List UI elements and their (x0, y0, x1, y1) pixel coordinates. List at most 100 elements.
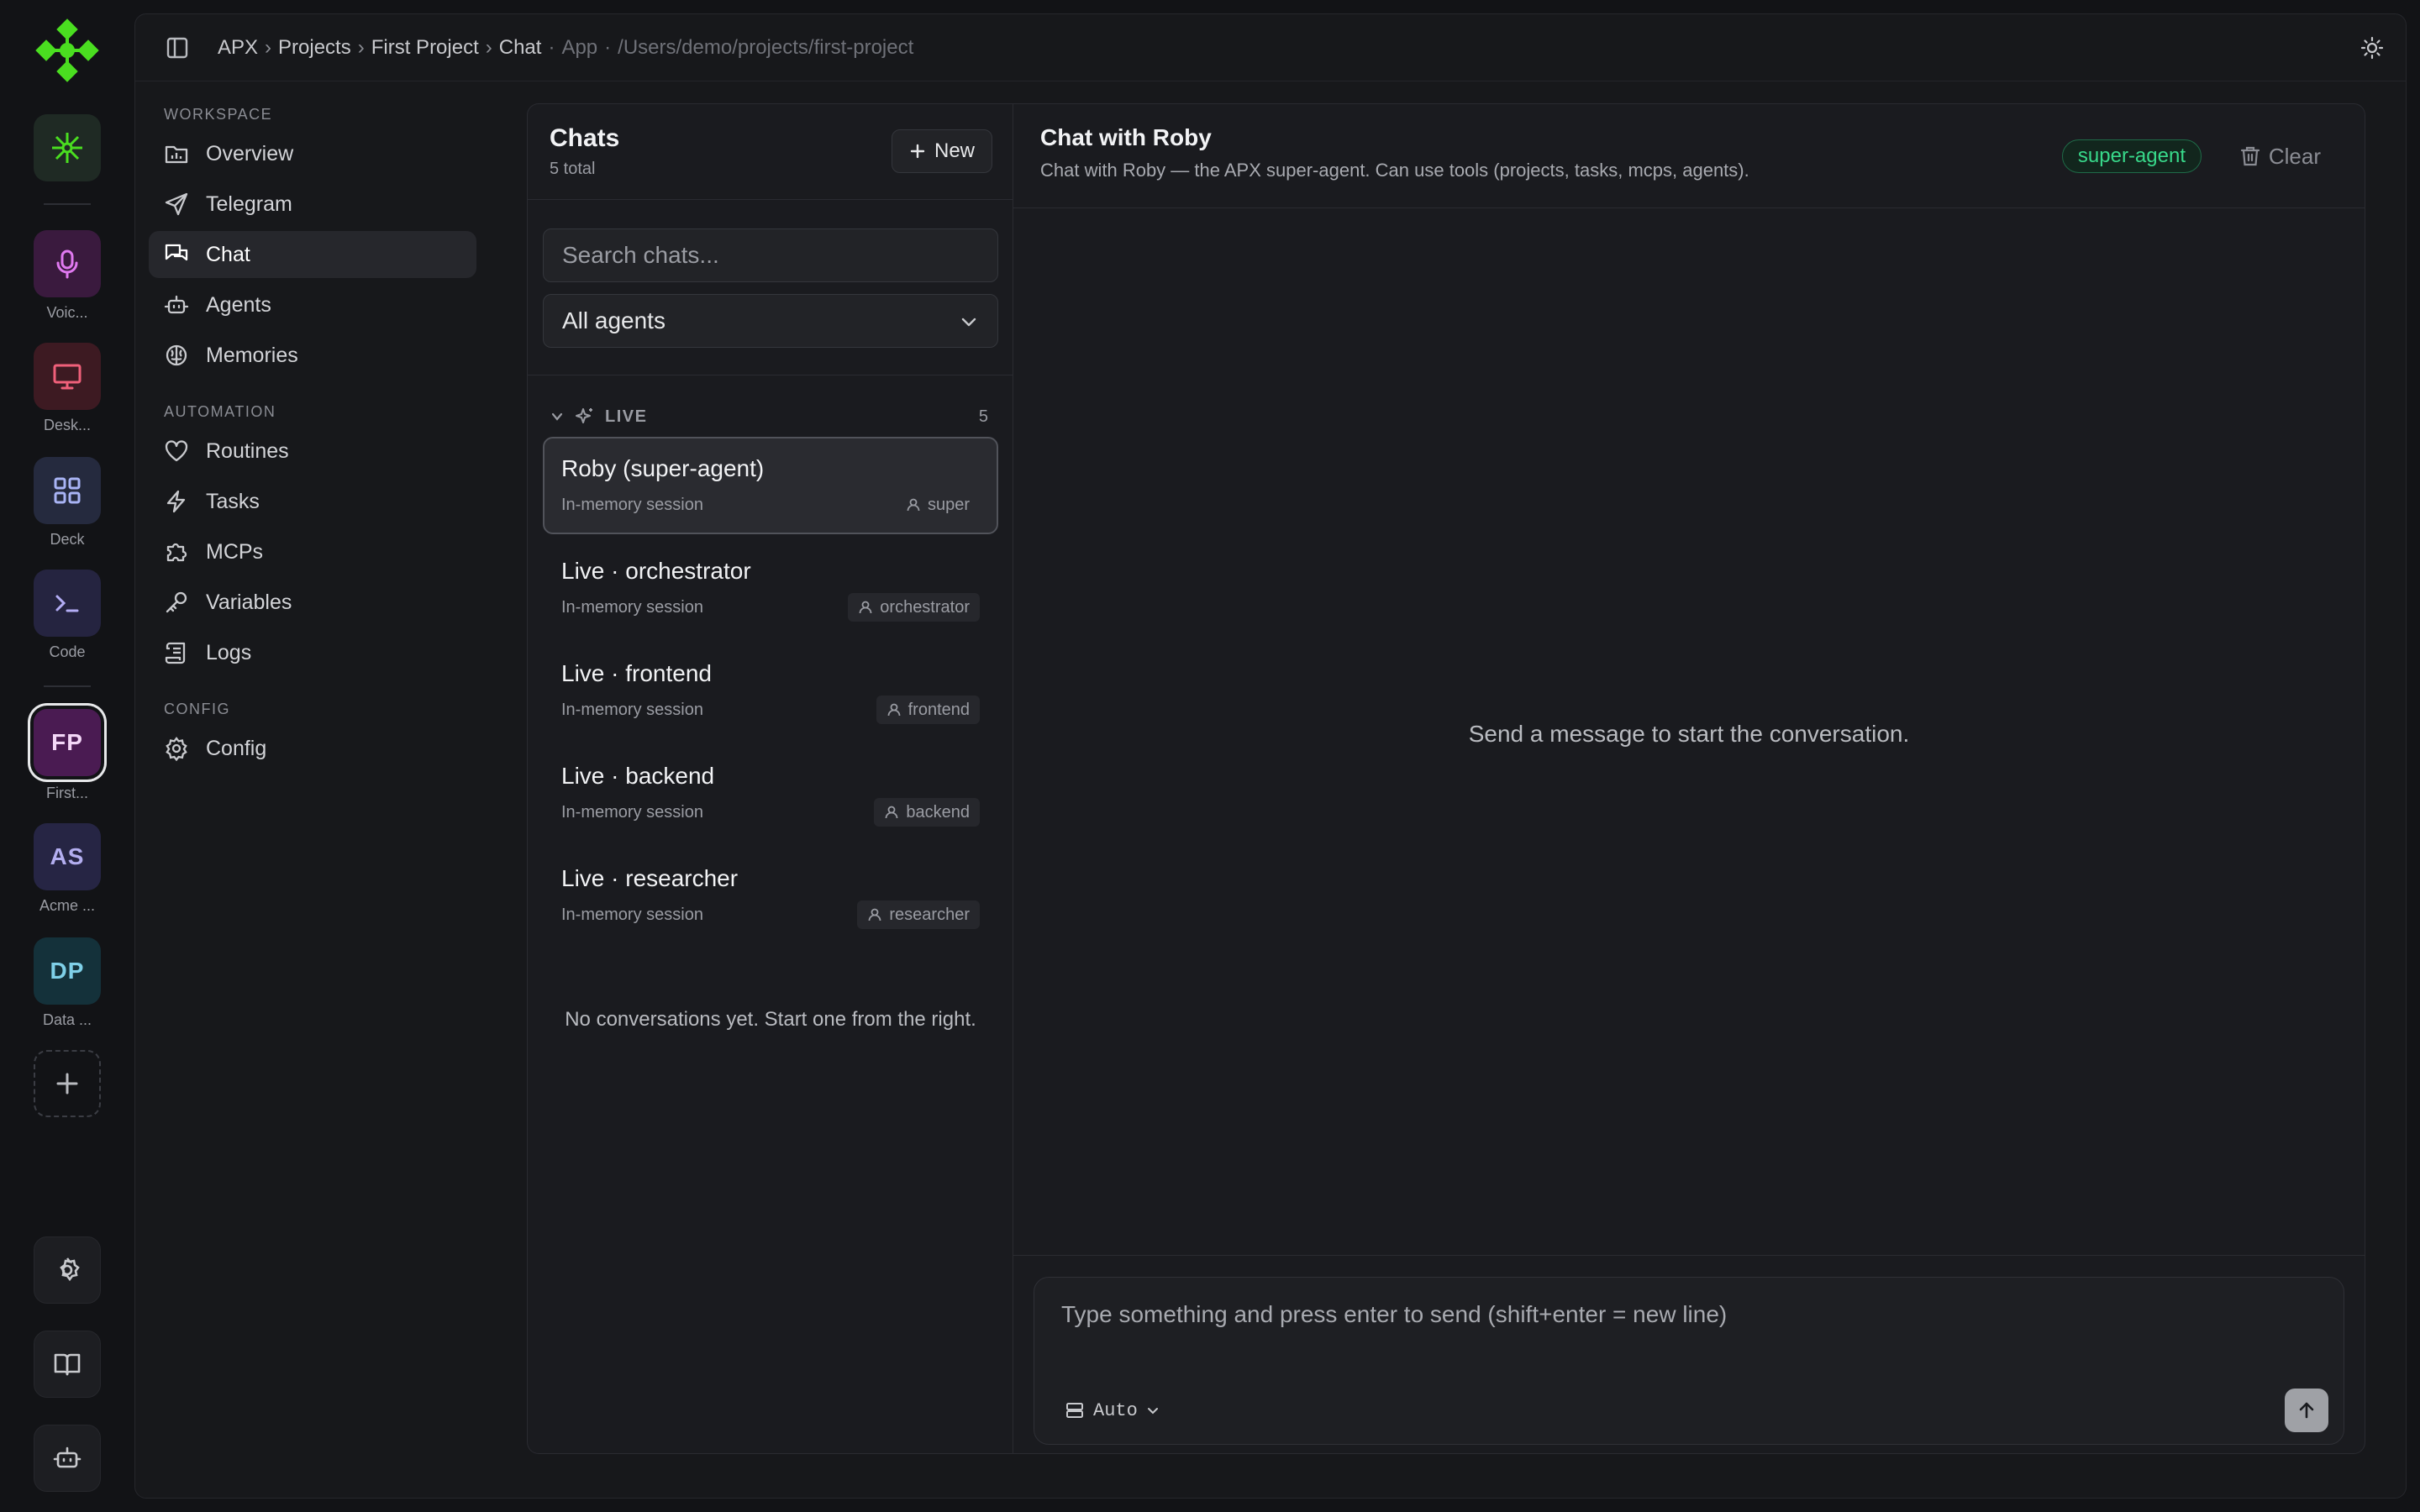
chat-item-agent-badge: backend (874, 798, 980, 827)
app-rail: Voic... Desk... Deck Code FP First... AS… (0, 0, 134, 1512)
chat-item-subtitle: In-memory session (561, 701, 703, 719)
conversation-subtitle: Chat with Roby — the APX super-agent. Ca… (1040, 160, 1749, 181)
user-icon (907, 498, 920, 512)
model-select[interactable]: Auto (1065, 1395, 1160, 1425)
nav-item-tasks[interactable]: Tasks (149, 478, 476, 525)
chat-group-live[interactable]: LIVE 5 (550, 393, 995, 440)
chat-item-title: Live · researcher (561, 865, 739, 891)
nav-item-agents[interactable]: Agents (149, 281, 476, 328)
rail-app-voice[interactable] (34, 230, 101, 297)
agent-type-badge: super-agent (2061, 139, 2202, 173)
user-icon (887, 703, 901, 717)
nav-item-telegram[interactable]: Telegram (149, 181, 476, 228)
chat-group-label: LIVE (605, 407, 648, 426)
chevron-down-icon (961, 318, 976, 327)
sidebar-toggle-button[interactable] (166, 36, 189, 60)
rail-app-label: Code (49, 643, 86, 660)
chat-item-agent-badge: orchestrator (848, 593, 980, 622)
agent-filter-select[interactable]: All agents (543, 294, 998, 348)
chat-item-agent-badge: frontend (876, 696, 980, 724)
message-composer: Auto (1034, 1277, 2344, 1445)
arrow-up-icon (2299, 1402, 2314, 1419)
rail-project-data[interactable]: DP (34, 937, 101, 1005)
server-icon (1066, 1403, 1083, 1418)
chat-list-panel: Chats 5 total New All agents LIVE 5 Roby… (527, 103, 1013, 1454)
breadcrumb-dot: · (604, 36, 612, 59)
chat-search-input[interactable] (543, 228, 998, 282)
chat-item-title: Live · frontend (561, 660, 712, 686)
clear-conversation-button[interactable]: Clear (2240, 139, 2321, 173)
rail-app-code[interactable] (34, 570, 101, 637)
nav-item-routines[interactable]: Routines (149, 428, 476, 475)
chat-item[interactable]: Live · frontend In-memory session fronte… (543, 642, 998, 739)
breadcrumb: APX › Projects › First Project › Chat · … (218, 14, 913, 81)
chat-item-subtitle: In-memory session (561, 803, 703, 822)
nav-item-label: Logs (206, 640, 252, 664)
rail-app-deck[interactable] (34, 457, 101, 524)
rail-divider (44, 685, 91, 687)
bot-button[interactable] (34, 1425, 101, 1492)
settings-button[interactable] (34, 1236, 101, 1304)
nav-item-label: MCPs (206, 539, 264, 564)
rail-app-label: Desk... (43, 417, 91, 433)
agent-filter-value: All agents (562, 307, 666, 333)
nav-item-label: Routines (206, 438, 289, 463)
top-bar: APX › Projects › First Project › Chat · … (135, 14, 2406, 81)
new-chat-button[interactable]: New (891, 129, 992, 173)
rail-app-desktop[interactable] (34, 343, 101, 410)
nav-item-overview[interactable]: Overview (149, 130, 476, 177)
nav-item-mcps[interactable]: MCPs (149, 528, 476, 575)
chat-item-agent: super (927, 495, 970, 514)
scroll-log-icon (165, 642, 186, 664)
nav-item-label: Telegram (206, 192, 292, 216)
breadcrumb-item-projects[interactable]: Projects (278, 36, 351, 60)
puzzle-icon (166, 543, 187, 562)
monitor-icon (53, 364, 82, 390)
chat-item-subtitle: In-memory session (561, 496, 703, 514)
apx-logo-icon[interactable] (35, 18, 99, 82)
docs-button[interactable] (34, 1331, 101, 1398)
rail-network-button[interactable] (34, 114, 101, 181)
chat-item[interactable]: Live · researcher In-memory session rese… (543, 847, 998, 944)
message-input[interactable] (1061, 1301, 2305, 1352)
nav-item-label: Chat (206, 242, 250, 266)
rail-divider (44, 203, 91, 205)
send-button[interactable] (2285, 1389, 2328, 1432)
nav-item-memories[interactable]: Memories (149, 332, 476, 379)
nav-item-chat[interactable]: Chat (149, 231, 476, 278)
main-window: APX › Projects › First Project › Chat · … (134, 13, 2407, 1499)
nav-item-label: Agents (206, 292, 271, 317)
nav-item-config[interactable]: Config (149, 725, 476, 772)
theme-toggle-button[interactable] (2360, 36, 2384, 60)
grid-icon (54, 477, 81, 504)
network-icon (52, 133, 82, 163)
chat-item-agent: backend (906, 802, 970, 822)
new-chat-label: New (934, 139, 975, 162)
breadcrumb-item-apx[interactable]: APX (218, 36, 258, 60)
chat-item-agent: frontend (908, 700, 970, 719)
nav-item-logs[interactable]: Logs (149, 629, 476, 676)
plus-icon (910, 144, 925, 159)
nav-section-title: AUTOMATION (164, 402, 276, 420)
chat-item[interactable]: Live · backend In-memory session backend (543, 744, 998, 842)
chat-item[interactable]: Roby (super-agent) In-memory session sup… (543, 437, 998, 534)
breadcrumb-item-project[interactable]: First Project (371, 36, 479, 60)
plus-icon (56, 1073, 78, 1095)
chat-item-title: Live · backend (561, 763, 715, 789)
conversation-panel: Chat with Roby Chat with Roby — the APX … (1013, 103, 2365, 1454)
chat-item[interactable]: Live · orchestrator In-memory session or… (543, 539, 998, 637)
conversation-header: Chat with Roby Chat with Roby — the APX … (1013, 104, 2365, 208)
rail-project-first[interactable]: FP (34, 709, 101, 776)
lightning-icon (166, 490, 186, 513)
chat-item-agent: orchestrator (880, 597, 970, 617)
add-project-button[interactable] (34, 1050, 101, 1117)
nav-item-variables[interactable]: Variables (149, 579, 476, 626)
robot-icon (53, 1446, 82, 1468)
rail-project-acme[interactable]: AS (34, 823, 101, 890)
nav-item-label: Variables (206, 590, 292, 614)
breadcrumb-separator: › (485, 36, 492, 59)
send-icon (165, 192, 188, 216)
user-icon (885, 806, 898, 819)
heart-icon (165, 440, 188, 462)
breadcrumb-context: App (561, 36, 598, 59)
